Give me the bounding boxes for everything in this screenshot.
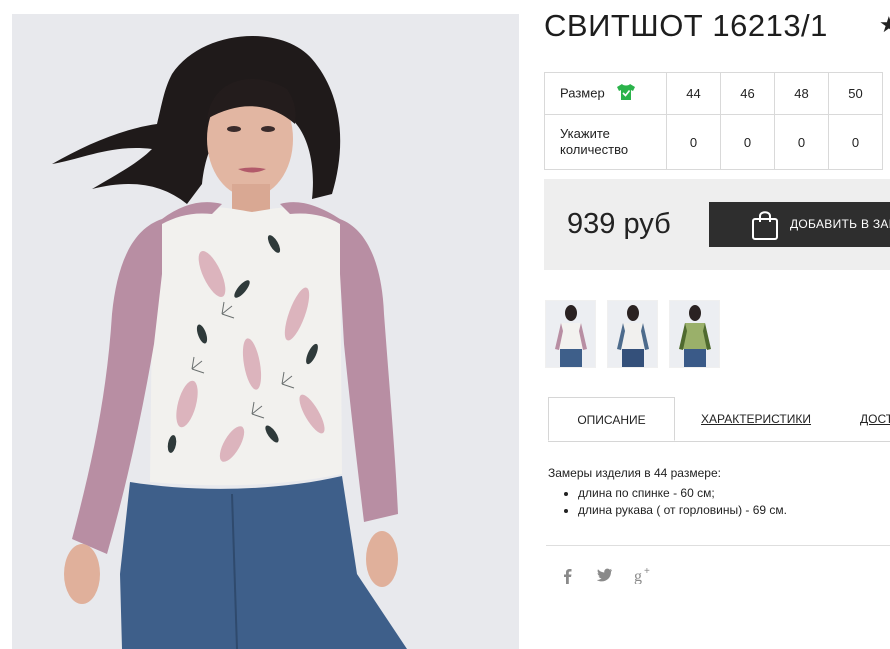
quantity-input-48[interactable]: 0 [774,114,829,170]
description-list: длина по спинке - 60 см; длина рукава ( … [548,485,787,518]
list-item: длина по спинке - 60 см; [578,485,787,501]
quantity-row: Укажите количество 0 0 0 0 [544,114,883,170]
add-to-order-label: ДОБАВИТЬ В ЗАКАЗ [790,217,890,231]
divider [546,545,890,546]
product-tabs: ОПИСАНИЕ ХАРАКТЕРИСТИКИ ДОСТАВКА [548,397,890,441]
size-label-cell: Размер [544,72,667,115]
quantity-label-line2: количество [560,142,629,157]
svg-text:g: g [634,568,642,584]
tshirt-icon[interactable] [616,83,636,105]
quantity-input-44[interactable]: 0 [666,114,721,170]
size-row: Размер 44 46 48 50 [544,72,883,115]
size-label: Размер [560,84,605,100]
quantity-label-line1: Укажите [560,126,610,141]
google-plus-icon[interactable]: g + [634,566,654,588]
size-44: 44 [666,72,721,115]
star-icon[interactable]: ★ [879,12,890,38]
product-title: СВИТШОТ 16213/1 [544,8,828,43]
thumbnail-1[interactable] [545,300,596,368]
size-46: 46 [720,72,775,115]
description-panel: Замеры изделия в 44 размере: длина по сп… [548,465,787,519]
product-main-photo[interactable] [12,14,519,649]
size-48: 48 [774,72,829,115]
buy-panel: 939 руб ДОБАВИТЬ В ЗАКАЗ [544,179,890,270]
tab-characteristics[interactable]: ХАРАКТЕРИСТИКИ [701,397,811,441]
description-intro: Замеры изделия в 44 размере: [548,466,721,480]
thumbnail-3[interactable] [669,300,720,368]
size-50: 50 [828,72,883,115]
quantity-label-cell: Укажите количество [544,114,667,170]
svg-text:+: + [644,566,650,577]
quantity-input-50[interactable]: 0 [828,114,883,170]
size-quantity-table: Размер 44 46 48 50 Укажите количество 0 … [544,72,883,170]
tab-delivery[interactable]: ДОСТАВКА [860,397,890,441]
twitter-icon[interactable] [596,568,613,586]
add-to-order-button[interactable]: ДОБАВИТЬ В ЗАКАЗ [709,202,890,247]
facebook-icon[interactable] [562,568,574,588]
shopping-bag-icon [751,210,779,245]
quantity-input-46[interactable]: 0 [720,114,775,170]
tab-description[interactable]: ОПИСАНИЕ [548,397,675,441]
thumbnail-2[interactable] [607,300,658,368]
list-item: длина рукава ( от горловины) - 69 см. [578,502,787,518]
price: 939 руб [567,208,671,240]
